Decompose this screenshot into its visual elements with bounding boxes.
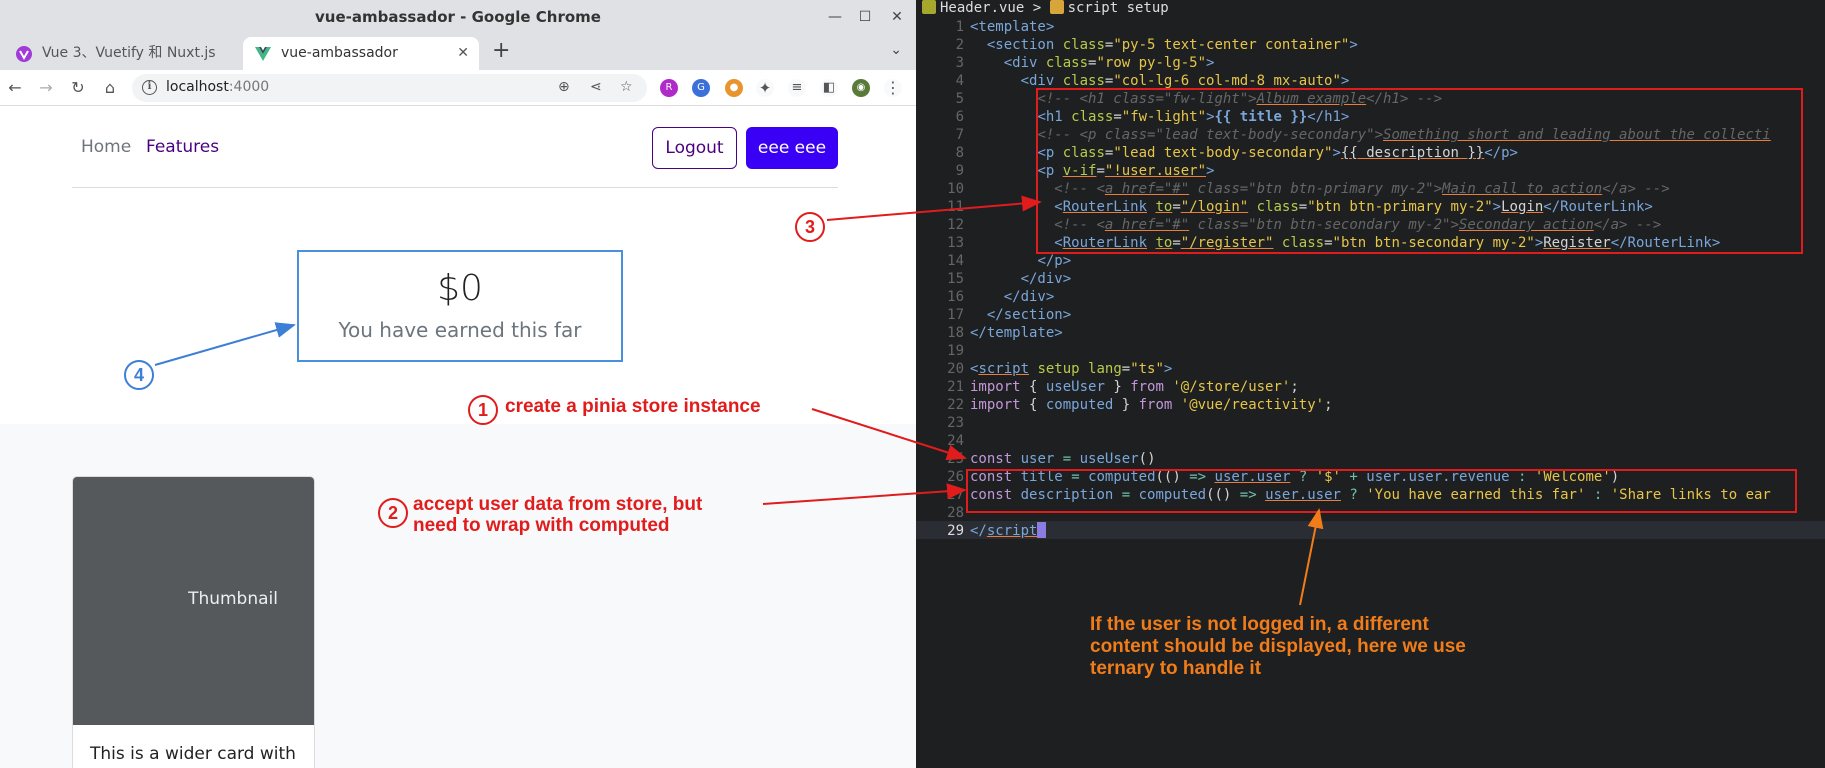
arrow-2 (762, 483, 967, 505)
annotation-note-1: create a pinia store instance (505, 396, 761, 417)
arrow-4 (154, 322, 296, 366)
annotation-note-3-line1: If the user is not logged in, a differen… (1090, 614, 1429, 635)
arrow-3 (826, 195, 1042, 221)
arrow-note (1299, 508, 1324, 606)
annotation-box-template (1036, 88, 1803, 254)
annotation-badge-2: 2 (378, 498, 408, 528)
annotation-note-2-line1: accept user data from store, but (413, 494, 703, 515)
annotation-badge-4: 4 (124, 360, 154, 390)
annotation-badge-1: 1 (468, 395, 498, 425)
arrow-1 (811, 408, 967, 461)
annotation-badge-3: 3 (795, 212, 825, 242)
annotation-arrows (154, 88, 1803, 606)
annotation-note-3-line2: content should be displayed, here we use (1090, 636, 1466, 657)
annotation-note-2-line2: need to wrap with computed (413, 515, 670, 536)
annotation-box-computed (966, 469, 1797, 513)
annotation-note-3-line3: ternary to handle it (1090, 658, 1262, 679)
